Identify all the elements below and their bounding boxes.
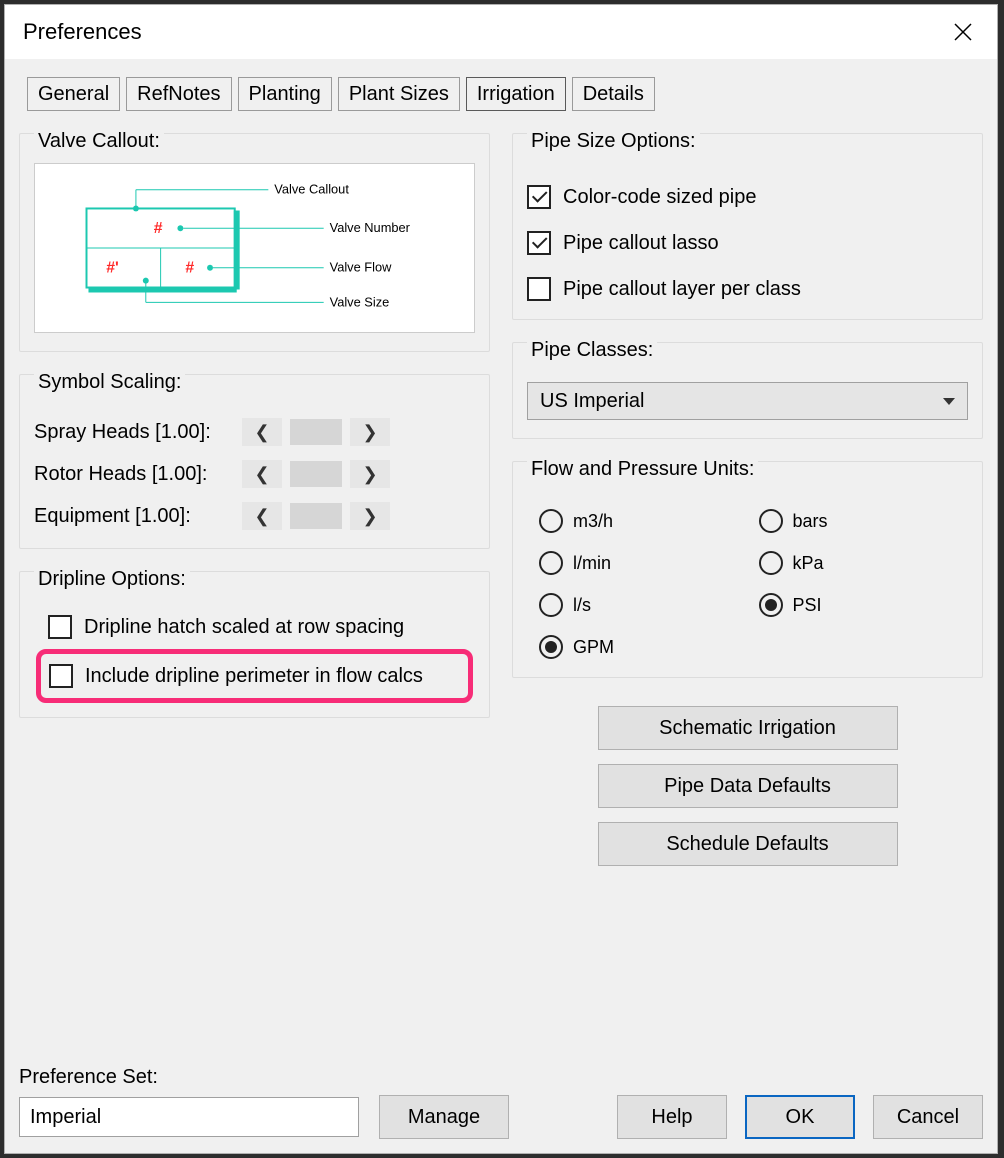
flow-pressure-title: Flow and Pressure Units: (527, 458, 758, 481)
svg-text:Valve Size: Valve Size (330, 294, 390, 309)
tab-details[interactable]: Details (572, 77, 655, 111)
svg-text:Valve Callout: Valve Callout (274, 182, 349, 197)
pressure-bars-label: bars (793, 511, 828, 532)
dripline-hatch-checkbox[interactable] (48, 615, 72, 639)
preference-set-value: Imperial (30, 1106, 101, 1129)
footer: Preference Set: Imperial Manage Help OK … (19, 1056, 983, 1139)
spray-decrease[interactable]: ❮ (242, 418, 282, 446)
spray-slider[interactable] (290, 419, 342, 445)
pipe-classes-group: Pipe Classes: US Imperial (512, 342, 983, 439)
tab-refnotes[interactable]: RefNotes (126, 77, 231, 111)
equipment-label: Equipment [1.00]: (34, 505, 234, 528)
ok-button[interactable]: OK (745, 1095, 855, 1139)
flow-lmin-label: l/min (573, 553, 611, 574)
symbol-scaling-group: Symbol Scaling: Spray Heads [1.00]: ❮ ❯ … (19, 374, 490, 549)
spray-increase[interactable]: ❯ (350, 418, 390, 446)
color-code-pipe-checkbox[interactable] (527, 185, 551, 209)
tabs: General RefNotes Planting Plant Sizes Ir… (27, 77, 983, 111)
svg-text:#: # (185, 260, 194, 277)
pressure-kpa-radio[interactable] (759, 551, 783, 575)
rotor-label: Rotor Heads [1.00]: (34, 463, 234, 486)
pipe-callout-lasso-label: Pipe callout lasso (563, 232, 719, 255)
flow-lmin-radio[interactable] (539, 551, 563, 575)
valve-callout-title: Valve Callout: (34, 130, 164, 153)
pipe-size-options-group: Pipe Size Options: Color-code sized pipe… (512, 133, 983, 320)
close-icon (953, 22, 973, 42)
flow-m3h-label: m3/h (573, 511, 613, 532)
valve-callout-group: Valve Callout: Valve Callout (19, 133, 490, 352)
color-code-pipe-label: Color-code sized pipe (563, 186, 756, 209)
tab-irrigation[interactable]: Irrigation (466, 77, 566, 111)
tab-planting[interactable]: Planting (238, 77, 332, 111)
content-area: General RefNotes Planting Plant Sizes Ir… (5, 59, 997, 1153)
flow-m3h-radio[interactable] (539, 509, 563, 533)
dripline-title: Dripline Options: (34, 568, 190, 591)
right-column: Pipe Size Options: Color-code sized pipe… (512, 133, 983, 880)
svg-text:Valve Number: Valve Number (330, 220, 411, 235)
valve-callout-diagram: Valve Callout # Valve (35, 164, 474, 332)
spray-label: Spray Heads [1.00]: (34, 421, 234, 444)
pressure-kpa-label: kPa (793, 553, 824, 574)
svg-text:#': #' (106, 260, 119, 277)
rotor-decrease[interactable]: ❮ (242, 460, 282, 488)
svg-text:Valve Flow: Valve Flow (330, 260, 393, 275)
dripline-hatch-label: Dripline hatch scaled at row spacing (84, 616, 404, 639)
rotor-increase[interactable]: ❯ (350, 460, 390, 488)
svg-text:#: # (154, 220, 163, 237)
schematic-irrigation-button[interactable]: Schematic Irrigation (598, 706, 898, 750)
schedule-defaults-button[interactable]: Schedule Defaults (598, 822, 898, 866)
close-button[interactable] (947, 16, 979, 48)
symbol-scaling-title: Symbol Scaling: (34, 371, 185, 394)
scale-row-equipment: Equipment [1.00]: ❮ ❯ (34, 502, 475, 530)
titlebar: Preferences (5, 5, 997, 59)
pressure-psi-label: PSI (793, 595, 822, 616)
pipe-classes-title: Pipe Classes: (527, 339, 657, 362)
pipe-classes-value: US Imperial (540, 390, 644, 413)
dripline-perimeter-highlight: Include dripline perimeter in flow calcs (36, 649, 473, 703)
pipe-size-options-title: Pipe Size Options: (527, 130, 700, 153)
tab-general[interactable]: General (27, 77, 120, 111)
tab-plant-sizes[interactable]: Plant Sizes (338, 77, 460, 111)
flow-gpm-radio[interactable] (539, 635, 563, 659)
rotor-slider[interactable] (290, 461, 342, 487)
pressure-psi-radio[interactable] (759, 593, 783, 617)
pipe-callout-layer-checkbox[interactable] (527, 277, 551, 301)
help-button[interactable]: Help (617, 1095, 727, 1139)
pipe-classes-select[interactable]: US Imperial (527, 382, 968, 420)
valve-callout-preview: Valve Callout # Valve (34, 163, 475, 333)
cancel-button[interactable]: Cancel (873, 1095, 983, 1139)
chevron-down-icon (943, 398, 955, 405)
scale-row-spray: Spray Heads [1.00]: ❮ ❯ (34, 418, 475, 446)
equipment-increase[interactable]: ❯ (350, 502, 390, 530)
pipe-callout-lasso-checkbox[interactable] (527, 231, 551, 255)
flow-gpm-label: GPM (573, 637, 614, 658)
pipe-callout-layer-label: Pipe callout layer per class (563, 278, 801, 301)
dripline-group: Dripline Options: Dripline hatch scaled … (19, 571, 490, 718)
scale-row-rotor: Rotor Heads [1.00]: ❮ ❯ (34, 460, 475, 488)
flow-ls-label: l/s (573, 595, 591, 616)
pressure-bars-radio[interactable] (759, 509, 783, 533)
preferences-window: Preferences General RefNotes Planting Pl… (4, 4, 998, 1154)
dripline-perimeter-checkbox[interactable] (49, 664, 73, 688)
pipe-data-defaults-button[interactable]: Pipe Data Defaults (598, 764, 898, 808)
preference-set-select[interactable]: Imperial (19, 1097, 359, 1137)
flow-pressure-group: Flow and Pressure Units: m3/h bars l/min… (512, 461, 983, 678)
manage-button[interactable]: Manage (379, 1095, 509, 1139)
window-title: Preferences (23, 19, 142, 45)
dripline-perimeter-label: Include dripline perimeter in flow calcs (85, 665, 423, 688)
flow-ls-radio[interactable] (539, 593, 563, 617)
equipment-decrease[interactable]: ❮ (242, 502, 282, 530)
equipment-slider[interactable] (290, 503, 342, 529)
left-column: Valve Callout: Valve Callout (19, 133, 490, 740)
preference-set-label: Preference Set: (19, 1066, 509, 1089)
